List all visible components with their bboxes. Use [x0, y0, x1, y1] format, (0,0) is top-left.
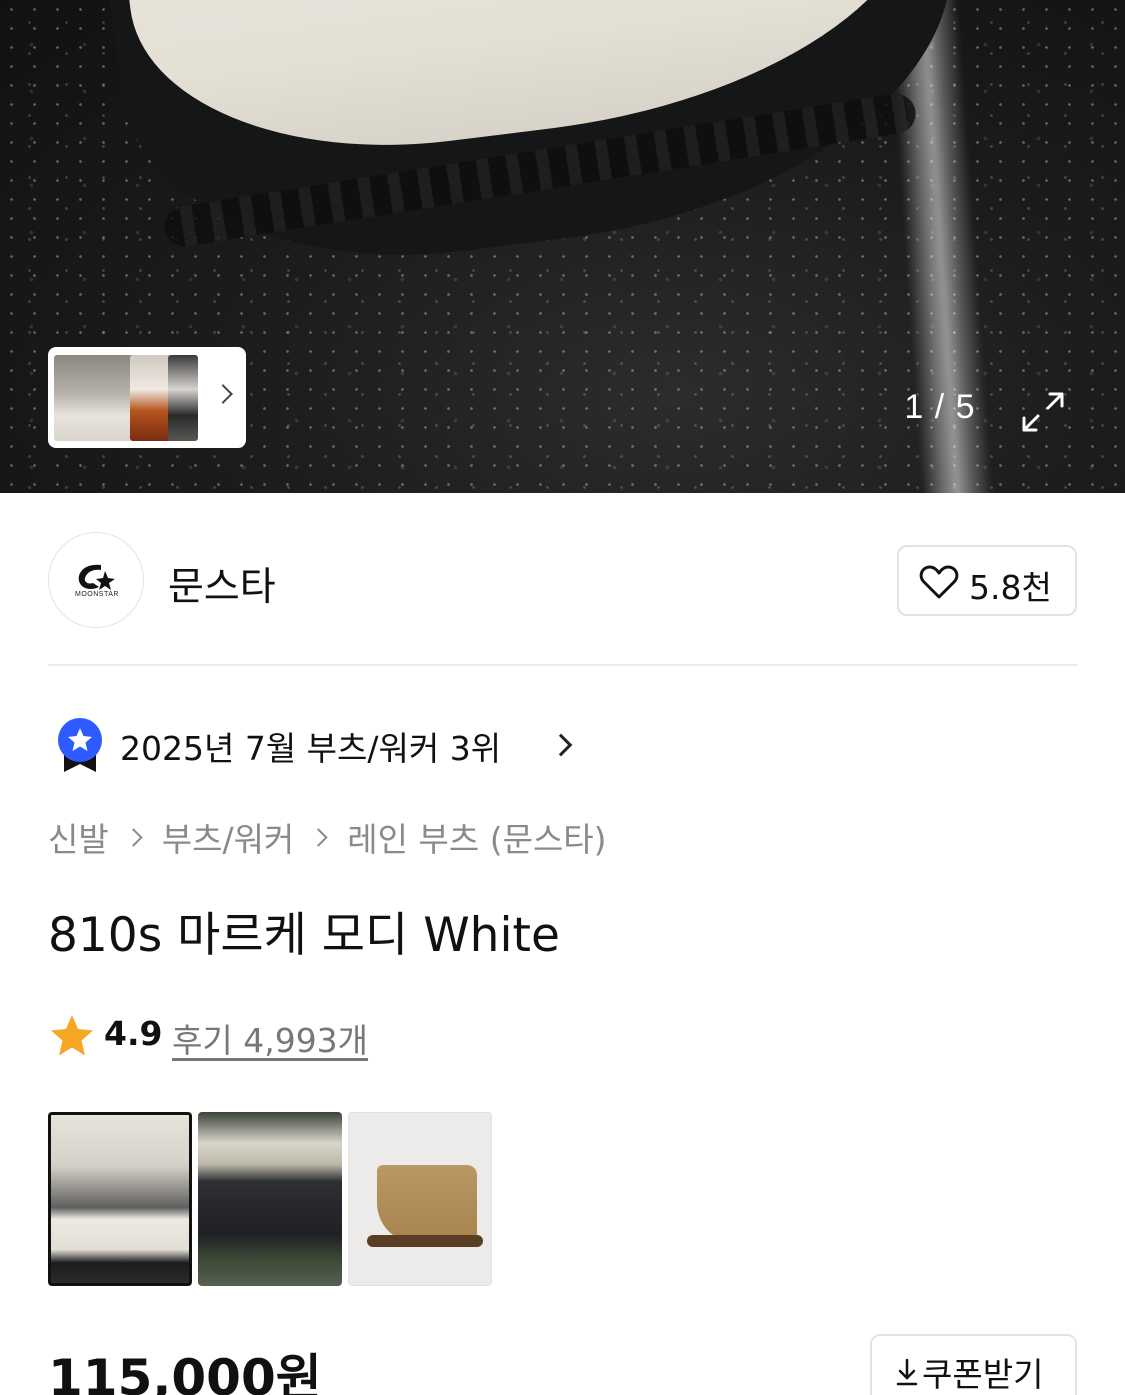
color-option-beige[interactable]: [348, 1112, 492, 1286]
ranking-link[interactable]: 2025년 7월 부츠/워커 3위: [120, 722, 501, 770]
breadcrumb-item[interactable]: 신발: [48, 813, 109, 861]
chevron-right-icon[interactable]: [549, 733, 573, 757]
heart-icon: [919, 565, 959, 599]
gallery-thumbnail[interactable]: [54, 355, 134, 441]
breadcrumb-item[interactable]: 부츠/워커: [162, 813, 295, 861]
chevron-right-icon: [309, 827, 328, 847]
moonstar-logo-icon: [78, 564, 115, 590]
chevron-right-icon[interactable]: [213, 384, 233, 404]
review-count-link[interactable]: 후기 4,993개: [172, 1014, 368, 1062]
breadcrumb: 신발 부츠/워커 레인 부츠 (문스타): [48, 815, 607, 859]
breadcrumb-item[interactable]: 레인 부츠 (문스타): [347, 813, 606, 861]
boot-thumbnail: [377, 1165, 477, 1243]
coupon-label: 쿠폰받기: [922, 1355, 1044, 1394]
divider: [48, 664, 1077, 666]
gallery-thumbnail-strip[interactable]: [48, 347, 246, 448]
coupon-button[interactable]: 쿠폰받기: [870, 1334, 1077, 1395]
rank-badge-icon: [58, 718, 102, 772]
product-title: 810s 마르케 모디 White: [48, 908, 560, 963]
product-price: 115,000원: [48, 1349, 322, 1395]
color-option-white[interactable]: [48, 1112, 192, 1286]
expand-icon[interactable]: [1018, 388, 1068, 436]
boot-thumbnail-sole: [367, 1235, 483, 1247]
gallery-thumbnail[interactable]: [130, 355, 172, 441]
brand-logo[interactable]: MOONSTAR: [48, 532, 144, 628]
like-count: 5.8천: [969, 568, 1052, 607]
gallery-counter: 1 / 5: [904, 388, 976, 426]
like-button[interactable]: 5.8천: [897, 545, 1077, 616]
download-icon: [896, 1358, 918, 1386]
gallery-thumbnail[interactable]: [168, 355, 198, 441]
chevron-right-icon: [124, 827, 143, 847]
brand-logo-wordmark: MOONSTAR: [75, 591, 119, 598]
brand-name[interactable]: 문스타: [168, 556, 276, 612]
color-option-black[interactable]: [198, 1112, 342, 1286]
rating-score: 4.9: [104, 1014, 163, 1053]
star-icon: [51, 1015, 93, 1056]
product-hero-image[interactable]: 1 / 5: [0, 0, 1125, 493]
